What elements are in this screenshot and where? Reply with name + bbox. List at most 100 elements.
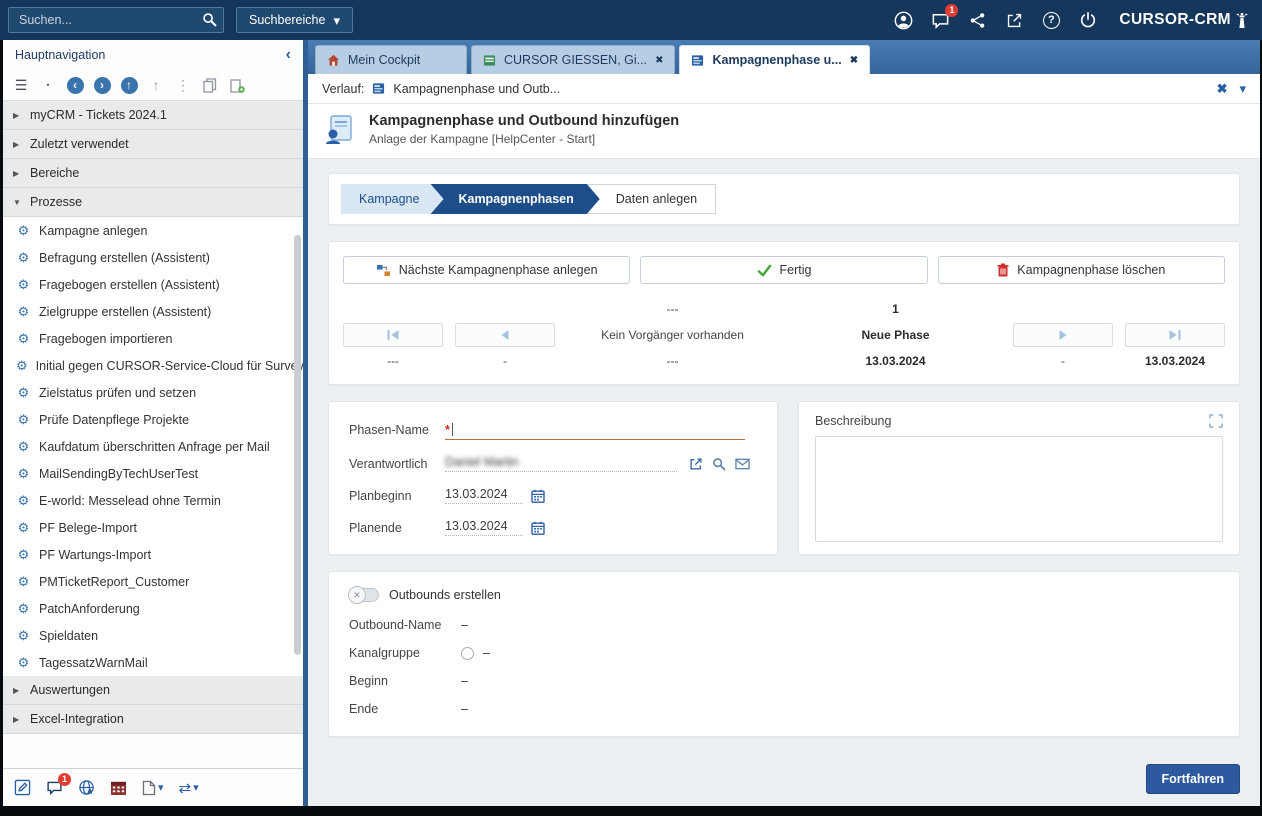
chevron-down-icon[interactable]: ▾ <box>158 781 164 794</box>
next-phase-icon <box>376 264 391 277</box>
process-item[interactable]: ⚙Prüfe Datenpflege Projekte <box>3 406 303 433</box>
nav-forward-icon[interactable]: › <box>93 76 111 94</box>
process-item[interactable]: ⚙Befragung erstellen (Assistent) <box>3 244 303 271</box>
prev-phase-text: Kein Vorgänger vorhanden <box>567 328 778 342</box>
sidebar-section-excel[interactable]: ▶ Excel-Integration <box>3 705 303 734</box>
process-item[interactable]: ⚙PMTicketReport_Customer <box>3 568 303 595</box>
tab-label: CURSOR GIESSEN, Gi... <box>504 53 647 67</box>
open-record-icon[interactable] <box>689 457 703 471</box>
calendar-icon[interactable] <box>531 521 545 535</box>
search-scopes-label: Suchbereiche <box>249 13 325 27</box>
sidebar-collapse-icon[interactable]: ‹ <box>286 46 291 64</box>
sidebar-section-zuletzt[interactable]: ▶ Zuletzt verwendet <box>3 130 303 159</box>
delete-phase-button[interactable]: Kampagnenphase löschen <box>938 256 1225 284</box>
sidebar-section-mycrm[interactable]: ▶ myCRM - Tickets 2024.1 <box>3 101 303 130</box>
globe-star-icon[interactable] <box>78 779 95 796</box>
mail-icon[interactable] <box>735 458 750 470</box>
process-item[interactable]: ⚙PF Wartungs-Import <box>3 541 303 568</box>
chevron-down-icon[interactable]: ▾ <box>193 781 199 794</box>
page-header-text: Kampagnenphase und Outbound hinzufügen A… <box>369 113 679 146</box>
process-item[interactable]: ⚙Zielstatus prüfen und setzen <box>3 379 303 406</box>
copy-page-icon[interactable] <box>201 76 219 94</box>
process-item[interactable]: ⚙Zielgruppe erstellen (Assistent) <box>3 298 303 325</box>
prev-phase-button[interactable] <box>455 323 555 347</box>
process-item-label: Fragebogen importieren <box>39 332 172 346</box>
page-title: Kampagnenphase und Outbound hinzufügen <box>369 113 679 129</box>
process-item[interactable]: ⚙E-world: Messelead ohne Termin <box>3 487 303 514</box>
process-item[interactable]: ⚙MailSendingByTechUserTest <box>3 460 303 487</box>
search-scopes-button[interactable]: Suchbereiche ▾ <box>236 7 353 33</box>
finish-button[interactable]: Fertig <box>640 256 927 284</box>
process-item[interactable]: ⚙TagessatzWarnMail <box>3 649 303 676</box>
planende-input[interactable]: 13.03.2024 <box>445 519 523 536</box>
outbound-name-value: – <box>461 618 468 632</box>
process-item[interactable]: ⚙Fragebogen importieren <box>3 325 303 352</box>
help-icon[interactable]: ? <box>1041 10 1061 30</box>
radio-icon[interactable] <box>461 647 474 660</box>
field-outbound-name: Outbound-Name – <box>349 618 1219 632</box>
tab-cursor-giessen[interactable]: CURSOR GIESSEN, Gi... ✖ <box>471 45 675 74</box>
open-external-icon[interactable] <box>1004 10 1024 30</box>
menu-icon[interactable]: ☰ <box>12 76 30 94</box>
calendar-grid-icon[interactable] <box>110 780 127 796</box>
gear-icon: ⚙ <box>16 655 31 671</box>
process-item[interactable]: ⚙Fragebogen erstellen (Assistent) <box>3 271 303 298</box>
logout-icon[interactable] <box>1078 10 1098 30</box>
search-icon[interactable] <box>202 12 217 27</box>
process-item[interactable]: ⚙Kampagne anlegen <box>3 217 303 244</box>
tabstrip: Mein Cockpit CURSOR GIESSEN, Gi... ✖ Kam… <box>308 40 1260 74</box>
last-phase-button[interactable] <box>1125 323 1225 347</box>
process-item[interactable]: ⚙Spieldaten <box>3 622 303 649</box>
beschreibung-textarea[interactable] <box>815 436 1223 542</box>
calendar-icon[interactable] <box>531 489 545 503</box>
next-phase-button[interactable] <box>1013 323 1113 347</box>
tab-kampagnenphase[interactable]: Kampagnenphase u... ✖ <box>679 45 870 74</box>
search-input[interactable] <box>8 7 224 33</box>
process-item[interactable]: ⚙PatchAnforderung <box>3 595 303 622</box>
planbeginn-input[interactable]: 13.03.2024 <box>445 487 523 504</box>
field-label: Planende <box>349 521 445 535</box>
close-icon[interactable]: ✖ <box>1217 81 1228 97</box>
expand-icon[interactable] <box>1209 414 1223 428</box>
notifications-icon[interactable]: 1 <box>930 10 950 30</box>
footer-bar: Fortfahren <box>328 764 1240 794</box>
new-page-icon[interactable] <box>228 76 246 94</box>
gear-icon: ⚙ <box>16 493 31 509</box>
nav-back-icon[interactable]: ‹ <box>66 76 84 94</box>
history-bar: Verlauf: Kampagnenphase und Outb... ✖ ▾ <box>308 74 1260 104</box>
more-dots-icon[interactable]: ⋮ <box>174 76 192 94</box>
process-item[interactable]: ⚙PF Belege-Import <box>3 514 303 541</box>
wizard-step-kampagnenphasen[interactable]: Kampagnenphasen <box>430 184 599 214</box>
lookup-icon[interactable] <box>712 457 726 471</box>
tab-close-icon[interactable]: ✖ <box>655 55 663 66</box>
process-item[interactable]: ⚙Initial gegen CURSOR-Service-Cloud für … <box>3 352 303 379</box>
user-icon[interactable] <box>893 10 913 30</box>
sidebar-section-auswertungen[interactable]: ▶ Auswertungen <box>3 676 303 705</box>
first-phase-button[interactable] <box>343 323 443 347</box>
share-icon[interactable] <box>967 10 987 30</box>
create-next-phase-button[interactable]: Nächste Kampagnenphase anlegen <box>343 256 630 284</box>
continue-button[interactable]: Fortfahren <box>1146 764 1241 794</box>
tab-mein-cockpit[interactable]: Mein Cockpit <box>315 45 467 74</box>
trash-icon <box>997 263 1009 277</box>
nav-up-icon[interactable]: ↑ <box>120 76 138 94</box>
verantwortlich-input[interactable]: Daniel Martin <box>445 455 677 472</box>
outbounds-toggle[interactable]: ✕ <box>349 588 379 602</box>
sidebar-section-prozesse[interactable]: ▼ Prozesse <box>3 188 303 217</box>
lighthouse-icon <box>1236 12 1248 29</box>
sidebar-scrollbar[interactable] <box>294 235 301 655</box>
tab-close-icon[interactable]: ✖ <box>850 55 858 66</box>
document-settings-icon[interactable]: ▾ <box>142 780 164 796</box>
wizard-step-kampagne[interactable]: Kampagne <box>341 184 443 214</box>
wizard-step-daten-anlegen[interactable]: Daten anlegen <box>587 184 716 214</box>
phasen-name-input[interactable]: * <box>445 420 745 440</box>
sync-icon[interactable]: ⇄ ▾ <box>179 779 199 797</box>
edit-note-icon[interactable] <box>14 779 31 796</box>
upload-icon[interactable]: ↑ <box>147 76 165 94</box>
messages-icon[interactable]: 1 <box>46 779 63 796</box>
sidebar-section-bereiche[interactable]: ▶ Bereiche <box>3 159 303 188</box>
chevron-down-icon[interactable]: ▾ <box>1239 81 1246 97</box>
prev-icon <box>498 330 512 340</box>
history-current-item[interactable]: Kampagnenphase und Outb... <box>393 82 560 96</box>
process-item[interactable]: ⚙Kaufdatum überschritten Anfrage per Mai… <box>3 433 303 460</box>
